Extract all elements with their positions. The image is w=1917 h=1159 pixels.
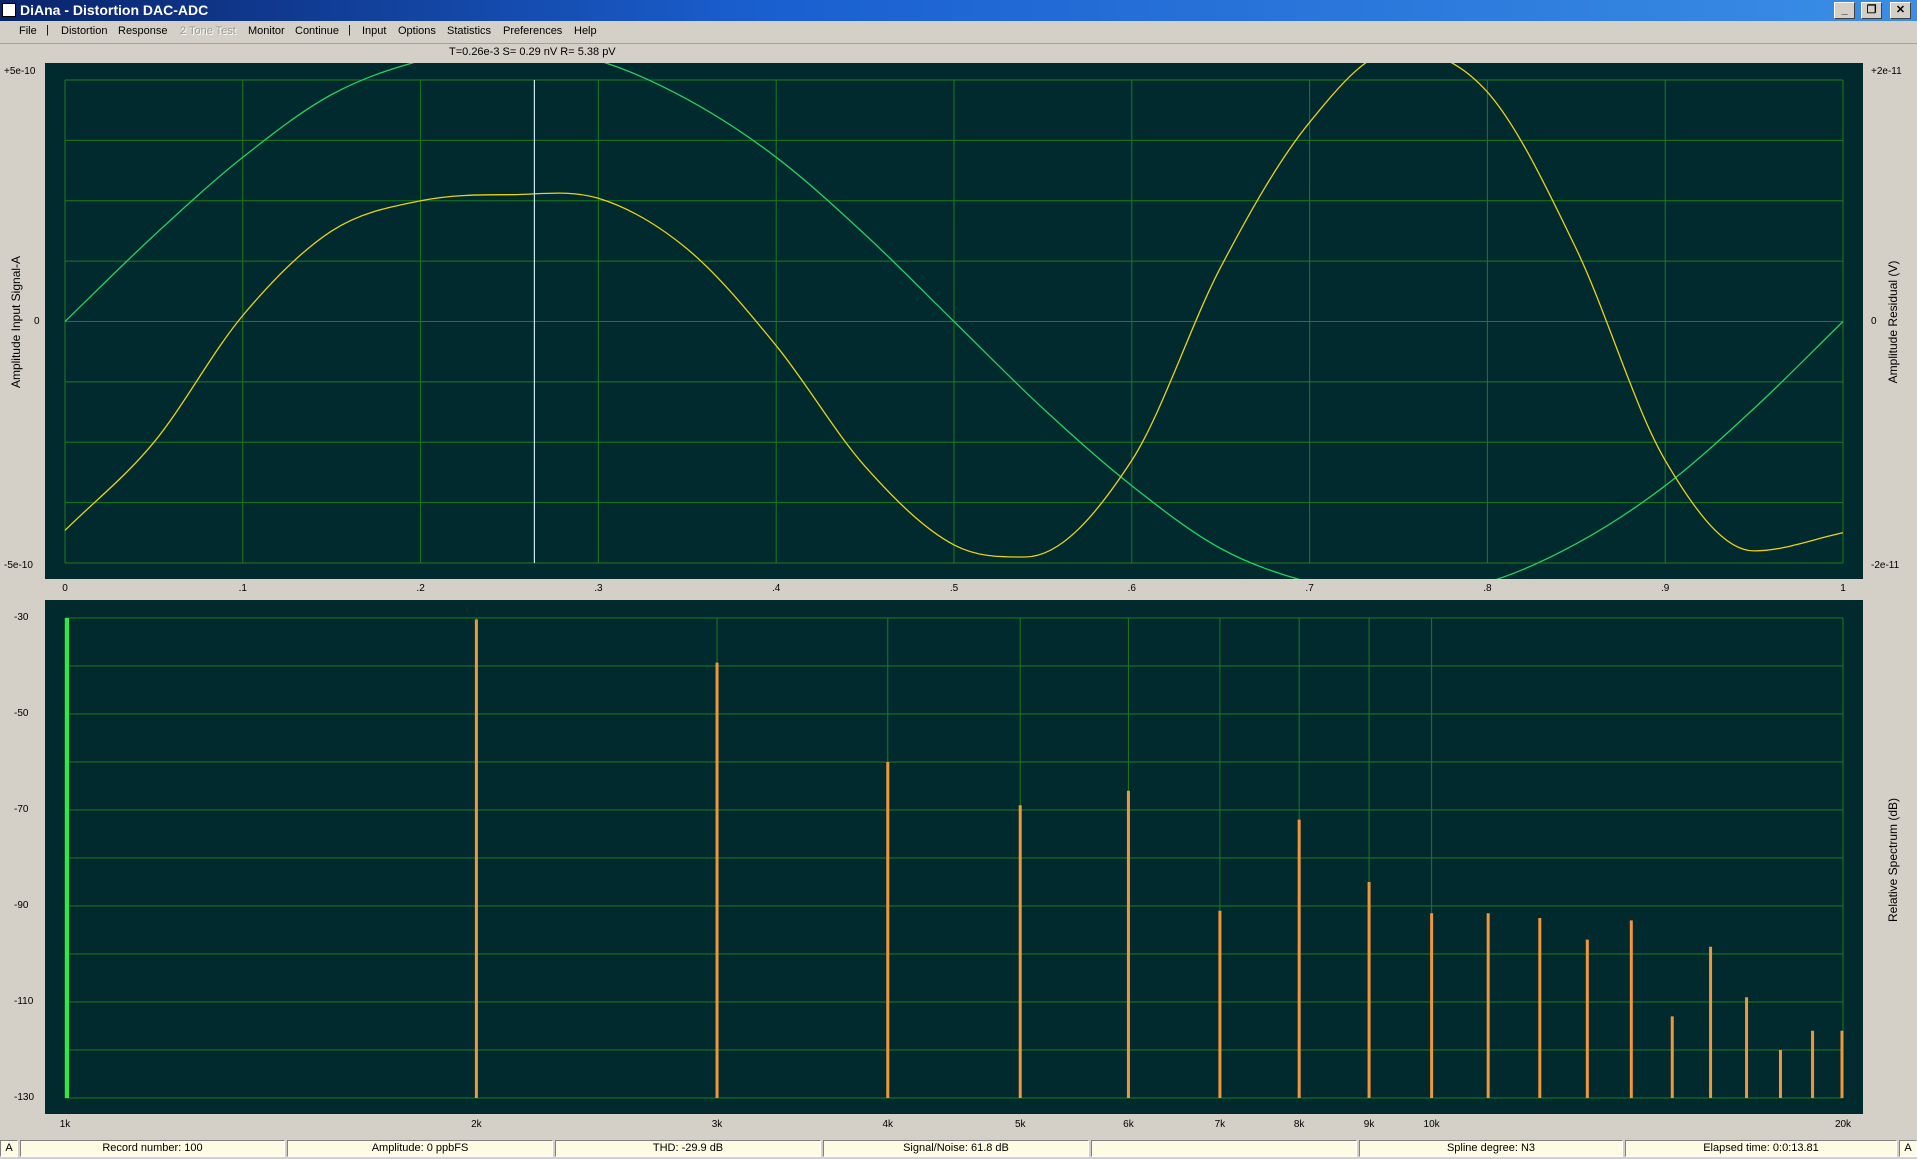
x-tick-label: 1k — [59, 1119, 71, 1130]
maximize-button[interactable]: ❐ — [1861, 2, 1882, 19]
y-tick-label: -70 — [14, 804, 29, 815]
y-axis-label-signal: Amplitude Input Signal-A — [9, 255, 23, 389]
x-tick-label: 20k — [1834, 1119, 1852, 1130]
status-record-number: Record number: 100 — [20, 1140, 285, 1157]
x-tick-label: .3 — [594, 583, 603, 594]
waveform-chart[interactable] — [45, 63, 1863, 579]
status-thd: THD: -29.9 dB — [555, 1140, 821, 1157]
x-tick-label: 0 — [62, 583, 68, 594]
menu-options[interactable]: Options — [398, 25, 436, 37]
left-axis-bottom-label: -5e-10 — [4, 560, 33, 571]
menu-preferences[interactable]: Preferences — [503, 25, 562, 37]
minimize-button[interactable]: _ — [1834, 2, 1855, 19]
x-tick-label: 5k — [1014, 1119, 1026, 1130]
title-bar[interactable]: DiAna - Distortion DAC-ADC _ ❐ ✕ — [0, 0, 1917, 21]
menu-monitor[interactable]: Monitor — [248, 25, 285, 37]
status-right-corner: A — [1899, 1140, 1917, 1157]
x-tick-label: 4k — [882, 1119, 894, 1130]
status-elapsed-time: Elapsed time: 0:0:13.81 — [1625, 1140, 1897, 1157]
y-tick-label: -30 — [14, 612, 29, 623]
plot-background — [45, 600, 1863, 1114]
x-tick-label: .6 — [1127, 583, 1136, 594]
x-tick-label: 9k — [1363, 1119, 1375, 1130]
right-axis-top-label: +2e-11 — [1871, 66, 1902, 77]
x-tick-label: 1 — [1840, 583, 1846, 594]
x-tick-label: 10k — [1423, 1119, 1440, 1130]
status-left-corner: A — [0, 1140, 18, 1157]
status-empty — [1091, 1140, 1357, 1157]
x-tick-label: .4 — [772, 583, 781, 594]
x-tick-label: 3k — [711, 1119, 723, 1130]
x-tick-label: 7k — [1214, 1119, 1226, 1130]
y-tick-label: -90 — [14, 900, 29, 911]
x-tick-label: .9 — [1661, 583, 1670, 594]
menu-separator: | — [46, 24, 49, 36]
right-axis-zero-label: 0 — [1871, 316, 1877, 327]
spectrum-chart[interactable] — [45, 600, 1863, 1114]
x-tick-label: 8k — [1293, 1119, 1305, 1130]
status-spline-degree: Spline degree: N3 — [1359, 1140, 1623, 1157]
x-tick-label: 2k — [471, 1119, 482, 1130]
menu-input[interactable]: Input — [362, 25, 386, 37]
y-tick-label: -110 — [14, 996, 34, 1007]
menu-separator: | — [348, 24, 351, 36]
window-title: DiAna - Distortion DAC-ADC — [20, 2, 209, 18]
menu-continue[interactable]: Continue — [295, 25, 339, 37]
x-tick-label: .1 — [238, 583, 247, 594]
status-amplitude: Amplitude: 0 ppbFS — [287, 1140, 553, 1157]
menu-bar: File | Distortion Response 2 Tone Test M… — [0, 21, 1917, 44]
close-button[interactable]: ✕ — [1890, 2, 1911, 19]
menu-file[interactable]: File — [19, 25, 37, 37]
x-tick-label: .7 — [1305, 583, 1314, 594]
left-axis-zero-label: 0 — [34, 316, 40, 327]
menu-help[interactable]: Help — [574, 25, 597, 37]
y-tick-label: -130 — [14, 1092, 35, 1103]
menu-2-tone-test[interactable]: 2 Tone Test — [180, 25, 236, 37]
status-signal-noise: Signal/Noise: 61.8 dB — [823, 1140, 1089, 1157]
right-axis-bottom-label: -2e-11 — [1871, 560, 1900, 571]
left-axis-top-label: +5e-10 — [4, 66, 36, 77]
app-icon[interactable] — [2, 3, 16, 17]
x-tick-label: .2 — [416, 583, 425, 594]
x-tick-label: 6k — [1123, 1119, 1134, 1130]
menu-response[interactable]: Response — [118, 25, 168, 37]
menu-statistics[interactable]: Statistics — [447, 25, 491, 37]
y-tick-label: -50 — [14, 708, 29, 719]
status-bar: A Record number: 100 Amplitude: 0 ppbFS … — [0, 1138, 1917, 1159]
y-axis-label-spectrum: Relative Spectrum (dB) — [1886, 797, 1900, 923]
menu-distortion[interactable]: Distortion — [61, 25, 107, 37]
cursor-readout: T=0.26e-3 S= 0.29 nV R= 5.38 pV — [449, 46, 616, 58]
x-tick-label: .5 — [949, 583, 959, 594]
y-axis-label-residual: Amplitude Residual (V) — [1886, 260, 1900, 384]
x-tick-label: .8 — [1483, 583, 1492, 594]
